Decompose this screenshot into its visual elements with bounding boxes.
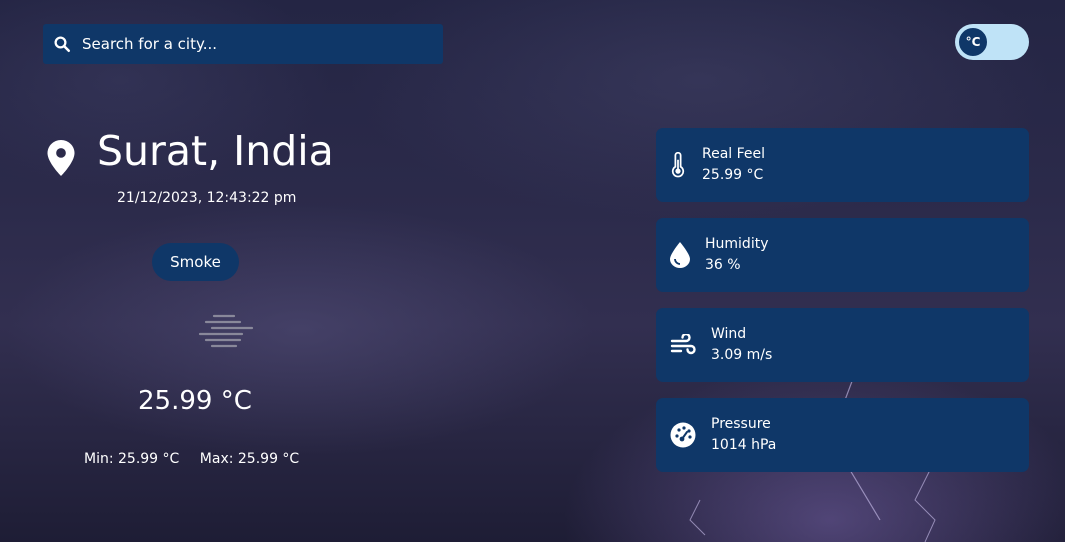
condition-badge: Smoke xyxy=(152,243,239,281)
current-temperature: 25.99 °C xyxy=(138,386,252,416)
search-icon xyxy=(54,36,71,53)
humidity-value: 36 % xyxy=(705,257,741,273)
wind-icon xyxy=(670,334,696,355)
city-name: Surat, India xyxy=(97,127,334,175)
real-feel-value: 25.99 °C xyxy=(702,167,764,183)
min-temperature: Min: 25.99 °C xyxy=(84,451,180,467)
card-humidity: Humidity 36 % xyxy=(656,218,1029,292)
search-bar[interactable] xyxy=(43,24,443,64)
unit-toggle-knob[interactable]: °C xyxy=(957,26,989,58)
search-input[interactable] xyxy=(82,24,432,64)
pressure-label: Pressure xyxy=(711,416,771,432)
smoke-icon xyxy=(198,314,254,348)
location-pin-icon xyxy=(47,140,75,176)
gauge-icon xyxy=(670,422,696,448)
local-datetime: 21/12/2023, 12:43:22 pm xyxy=(117,190,297,206)
card-pressure: Pressure 1014 hPa xyxy=(656,398,1029,472)
wind-value: 3.09 m/s xyxy=(711,347,773,363)
min-max-temperature: Min: 25.99 °C Max: 25.99 °C xyxy=(84,451,299,467)
pressure-value: 1014 hPa xyxy=(711,437,777,453)
card-wind: Wind 3.09 m/s xyxy=(656,308,1029,382)
humidity-label: Humidity xyxy=(705,236,769,252)
card-real-feel: Real Feel 25.99 °C xyxy=(656,128,1029,202)
thermometer-icon xyxy=(671,152,685,178)
real-feel-label: Real Feel xyxy=(702,146,766,162)
droplet-icon xyxy=(670,242,690,268)
wind-label: Wind xyxy=(711,326,747,342)
max-temperature: Max: 25.99 °C xyxy=(199,451,300,467)
unit-toggle[interactable]: °C xyxy=(955,24,1029,60)
